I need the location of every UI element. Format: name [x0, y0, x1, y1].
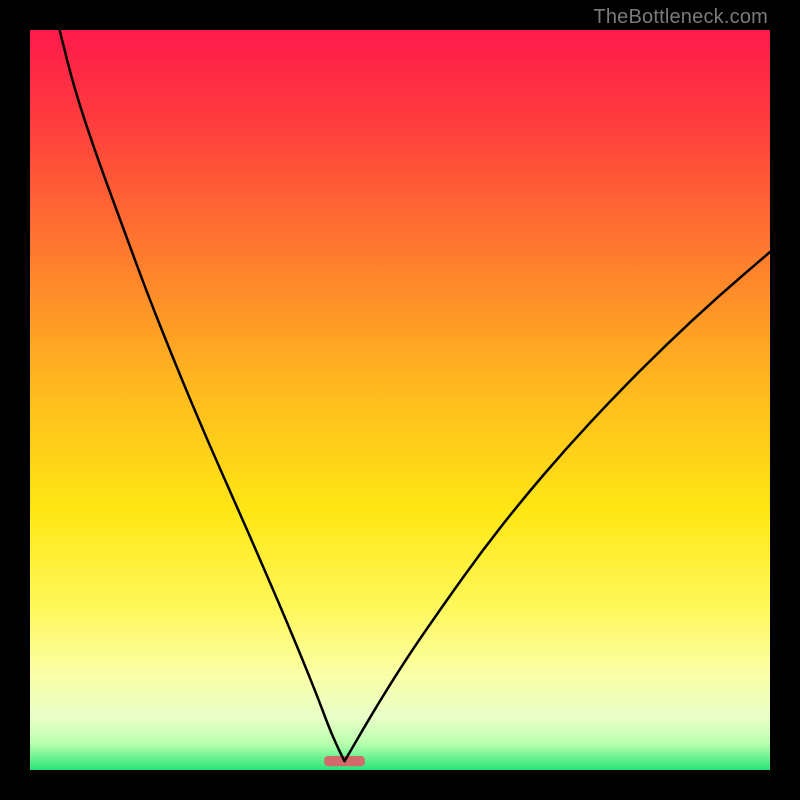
chart-svg [30, 30, 770, 770]
outer-frame: TheBottleneck.com [0, 0, 800, 800]
chart-background [30, 30, 770, 770]
chart-plot-area [30, 30, 770, 770]
watermark-text: TheBottleneck.com [593, 6, 768, 29]
